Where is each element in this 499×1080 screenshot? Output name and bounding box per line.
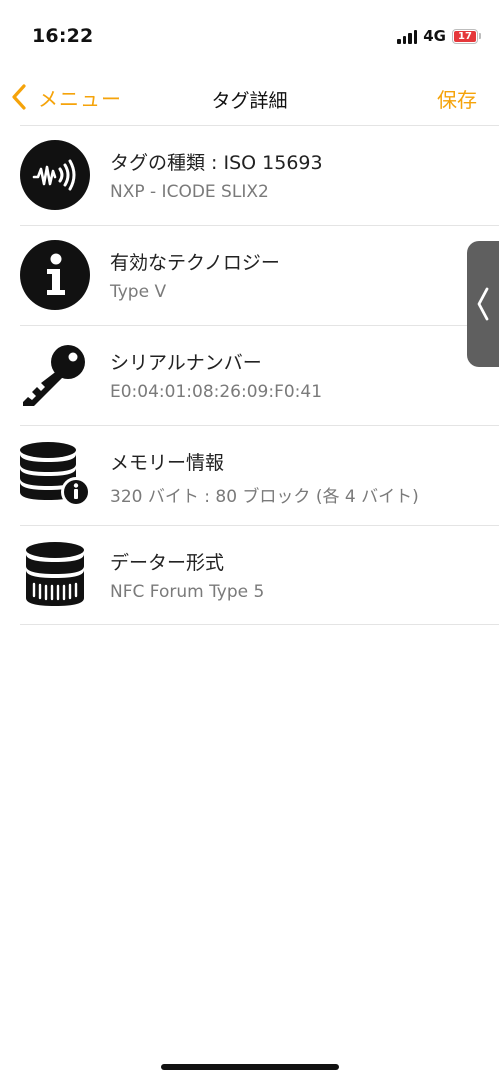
- battery-icon: 17: [452, 28, 481, 44]
- page-title: タグ詳細: [211, 90, 288, 112]
- row-subtitle: Type V: [110, 282, 167, 302]
- screen: 16:22 4G 17 メニュー タグ詳細 保存 タグの種類: ISO 156…: [0, 0, 499, 1080]
- home-indicator[interactable]: [160, 1064, 339, 1070]
- navigation-bar: メニュー タグ詳細 保存: [0, 72, 499, 126]
- status-bar: 16:22 4G 17: [0, 0, 499, 72]
- status-indicators: 4G 17: [397, 27, 481, 45]
- battery-level: 17: [458, 30, 472, 42]
- list-item-data-format[interactable]: データー形式 NFC Forum Type 5: [20, 525, 499, 625]
- row-title: 有効なテクノロジー: [110, 252, 280, 274]
- list-item-tag-type[interactable]: タグの種類 : ISO 15693 NXP - ICODE SLIX2: [20, 125, 499, 225]
- chevron-left-icon: [477, 287, 489, 321]
- row-title: シリアルナンバー: [110, 352, 262, 374]
- cellular-signal-icon: [397, 29, 418, 44]
- row-title: データー形式: [110, 552, 225, 574]
- row-subtitle: E0:04:01:08:26:09:F0:41: [110, 382, 323, 402]
- save-button[interactable]: 保存: [437, 84, 477, 113]
- tag-detail-list: タグの種類 : ISO 15693 NXP - ICODE SLIX2 有効なテ…: [20, 125, 499, 625]
- row-subtitle: 320 バイト : 80 ブロック (各 4 バイト): [110, 487, 419, 507]
- list-item-technologies[interactable]: 有効なテクノロジー Type V: [20, 225, 499, 325]
- row-subtitle: NXP - ICODE SLIX2: [110, 182, 269, 202]
- status-time: 16:22: [32, 25, 94, 47]
- side-drawer-handle[interactable]: [467, 241, 499, 367]
- network-type: 4G: [423, 27, 446, 45]
- row-subtitle: NFC Forum Type 5: [110, 582, 265, 602]
- info-icon: [20, 240, 90, 310]
- key-icon: [20, 340, 90, 410]
- row-title: メモリー情報: [110, 452, 225, 474]
- list-item-serial-number[interactable]: シリアルナンバー E0:04:01:08:26:09:F0:41: [20, 325, 499, 425]
- list-item-memory-info[interactable]: メモリー情報 320 バイト : 80 ブロック (各 4 バイト): [20, 425, 499, 525]
- database-info-icon: [20, 440, 90, 510]
- row-title: タグの種類 : ISO 15693: [110, 152, 323, 174]
- nfc-wave-icon: [20, 140, 90, 210]
- database-format-icon: [20, 540, 90, 610]
